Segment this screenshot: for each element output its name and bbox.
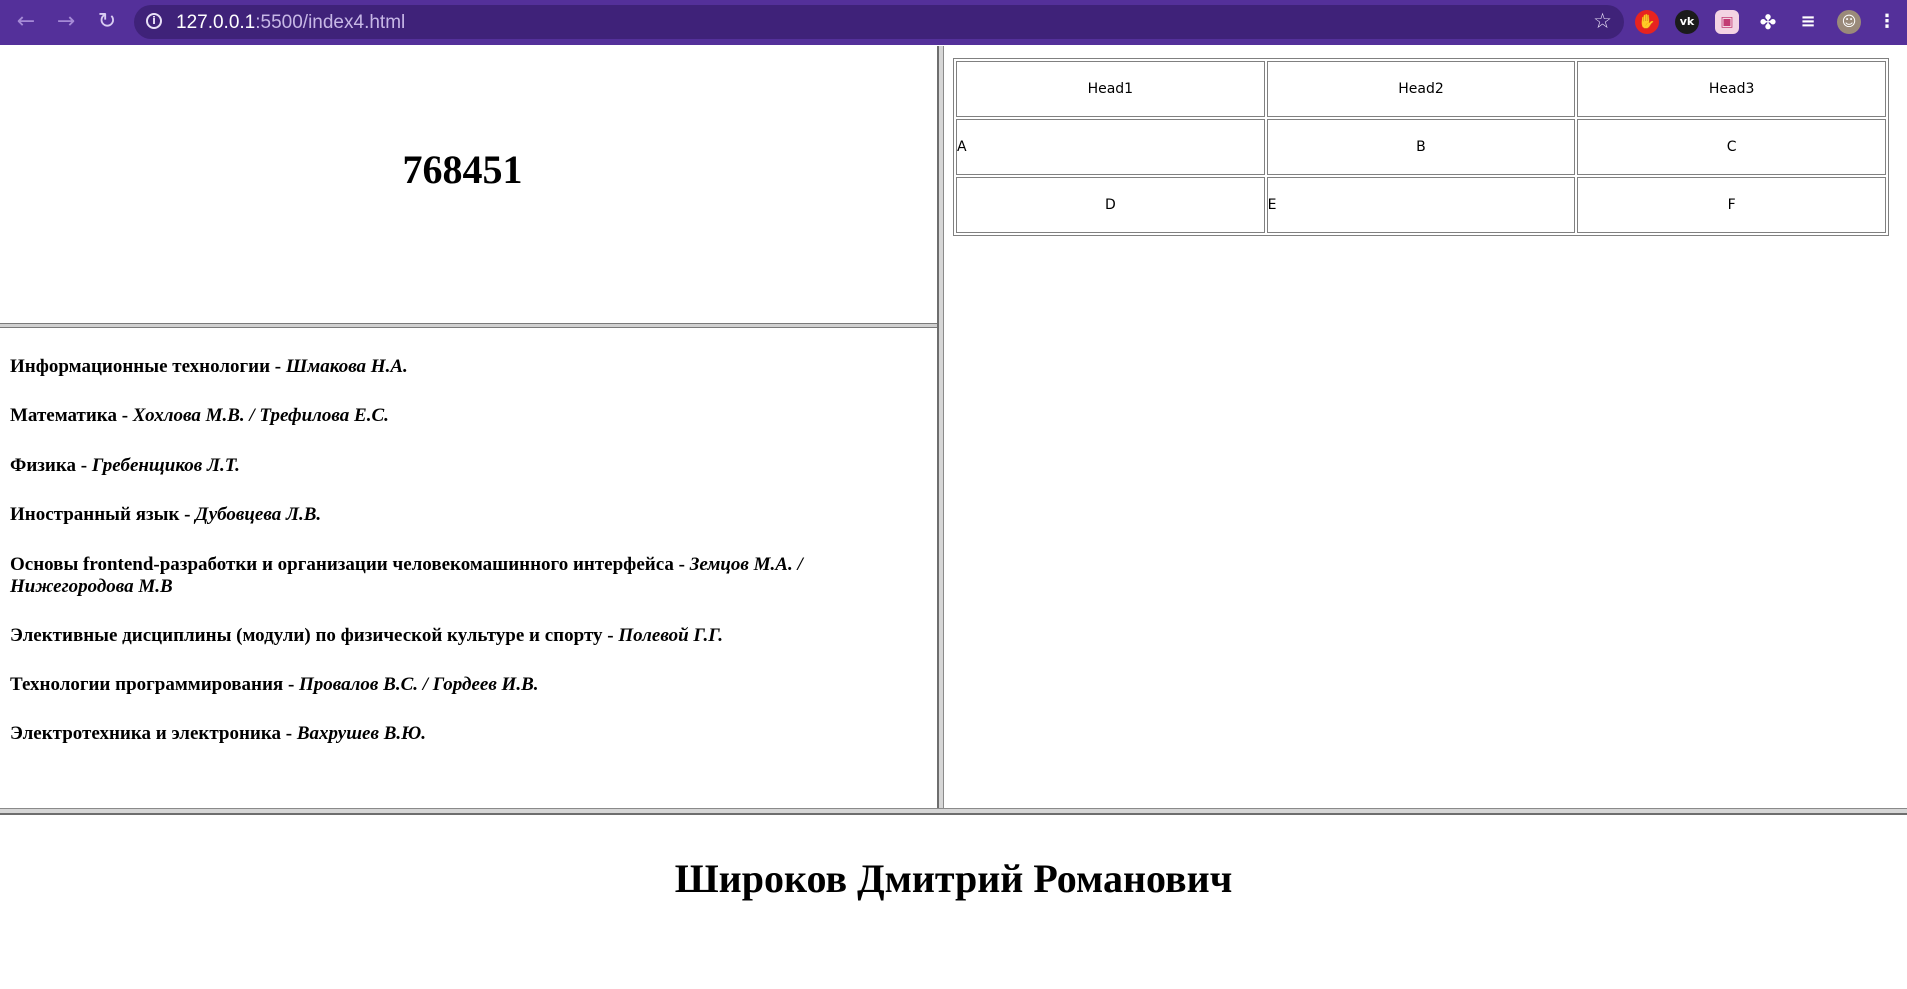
address-bar[interactable]: i 127.0.0.1:5500/index4.html ☆ bbox=[134, 5, 1624, 39]
list-item: Математика - Хохлова М.В. / Трефилова Е.… bbox=[10, 405, 890, 427]
table-header-cell: Head2 bbox=[1266, 61, 1576, 117]
subject-separator: - bbox=[76, 455, 92, 476]
extension-icon[interactable]: ▣ bbox=[1715, 10, 1739, 34]
list-item: Технологии программирования - Провалов В… bbox=[10, 674, 890, 696]
subject-teacher: Провалов В.С. / Гордеев И.В. bbox=[299, 674, 539, 695]
subject-separator: - bbox=[602, 625, 619, 646]
subject-teacher: Гребенщиков Л.Т. bbox=[91, 455, 240, 476]
url-text[interactable]: 127.0.0.1:5500/index4.html bbox=[176, 12, 405, 34]
adblock-extension-icon[interactable]: ✋ bbox=[1635, 10, 1659, 34]
reload-icon[interactable]: ↻ bbox=[93, 8, 121, 36]
url-path: :5500/index4.html bbox=[255, 12, 406, 33]
subject-name: Физика bbox=[10, 455, 77, 476]
frame-divider[interactable] bbox=[937, 46, 944, 809]
url-host: 127.0.0.1 bbox=[176, 12, 256, 33]
subject-name: Электротехника и электроника bbox=[10, 723, 282, 744]
table-header-cell: Head3 bbox=[1577, 61, 1886, 117]
browser-toolbar: ← → ↻ i 127.0.0.1:5500/index4.html ☆ ✋ v… bbox=[0, 0, 1907, 45]
list-item: Электротехника и электроника - Вахрушев … bbox=[10, 723, 890, 745]
vk-extension-icon[interactable]: vk bbox=[1675, 10, 1699, 34]
subject-separator: - bbox=[281, 723, 297, 744]
table-cell: B bbox=[1266, 119, 1576, 175]
subject-name: Иностранный язык bbox=[10, 504, 180, 525]
subject-teacher: Вахрушев В.Ю. bbox=[296, 723, 426, 744]
bookmark-star-icon[interactable]: ☆ bbox=[1593, 9, 1612, 33]
subject-separator: - bbox=[270, 356, 286, 377]
frame-table: Head1 Head2 Head3 A B C D E F bbox=[944, 46, 1907, 808]
subject-teacher: Дубовцева Л.В. bbox=[195, 504, 322, 525]
site-info-icon[interactable]: i bbox=[146, 13, 162, 29]
frame-footer: Широков Дмитрий Романович bbox=[0, 815, 1907, 989]
frame-top-left: 768451 bbox=[0, 46, 937, 324]
subject-teacher: Полевой Г.Г. bbox=[618, 625, 723, 646]
table-cell: C bbox=[1577, 119, 1886, 175]
list-item: Иностранный язык - Дубовцева Л.В. bbox=[10, 504, 890, 526]
table-cell: A bbox=[956, 119, 1265, 175]
puzzle-extensions-icon[interactable]: ✤ bbox=[1756, 10, 1780, 34]
table-cell: E bbox=[1266, 177, 1576, 233]
subject-teacher: Шмакова Н.А. bbox=[285, 356, 408, 377]
number-heading: 768451 bbox=[402, 147, 523, 192]
table-header-cell: Head1 bbox=[956, 61, 1265, 117]
table-row: A B C bbox=[956, 119, 1886, 175]
list-item: Основы frontend-разработки и организации… bbox=[10, 554, 890, 598]
avatar[interactable]: ☺ bbox=[1837, 10, 1861, 34]
frame-subjects: Информационные технологии - Шмакова Н.А.… bbox=[0, 328, 937, 808]
table-cell: F bbox=[1577, 177, 1886, 233]
subject-name: Технологии программирования bbox=[10, 674, 284, 695]
subject-separator: - bbox=[283, 674, 300, 695]
subject-teacher: Хохлова М.В. / Трефилова Е.С. bbox=[132, 405, 389, 426]
table-cell: D bbox=[956, 177, 1265, 233]
table-header-row: Head1 Head2 Head3 bbox=[956, 61, 1886, 117]
subject-separator: - bbox=[179, 504, 196, 525]
subject-name: Математика bbox=[10, 405, 117, 426]
list-item: Информационные технологии - Шмакова Н.А. bbox=[10, 356, 890, 378]
back-arrow-icon[interactable]: ← bbox=[12, 8, 40, 36]
menu-kebab-icon[interactable]: ⋮ bbox=[1877, 10, 1897, 34]
media-queue-icon[interactable]: ≡ bbox=[1796, 10, 1820, 34]
frame-divider[interactable] bbox=[0, 808, 1907, 815]
subject-name: Элективные дисциплины (модули) по физиче… bbox=[10, 625, 603, 646]
list-item: Элективные дисциплины (модули) по физиче… bbox=[10, 625, 890, 647]
subject-name: Информационные технологии bbox=[10, 356, 271, 377]
forward-arrow-icon[interactable]: → bbox=[52, 8, 80, 36]
data-table: Head1 Head2 Head3 A B C D E F bbox=[953, 58, 1889, 236]
subject-separator: - bbox=[673, 554, 690, 575]
author-name: Широков Дмитрий Романович bbox=[674, 856, 1233, 901]
subject-name: Основы frontend-разработки и организации… bbox=[10, 554, 674, 575]
subject-separator: - bbox=[116, 405, 133, 426]
table-row: D E F bbox=[956, 177, 1886, 233]
list-item: Физика - Гребенщиков Л.Т. bbox=[10, 455, 890, 477]
